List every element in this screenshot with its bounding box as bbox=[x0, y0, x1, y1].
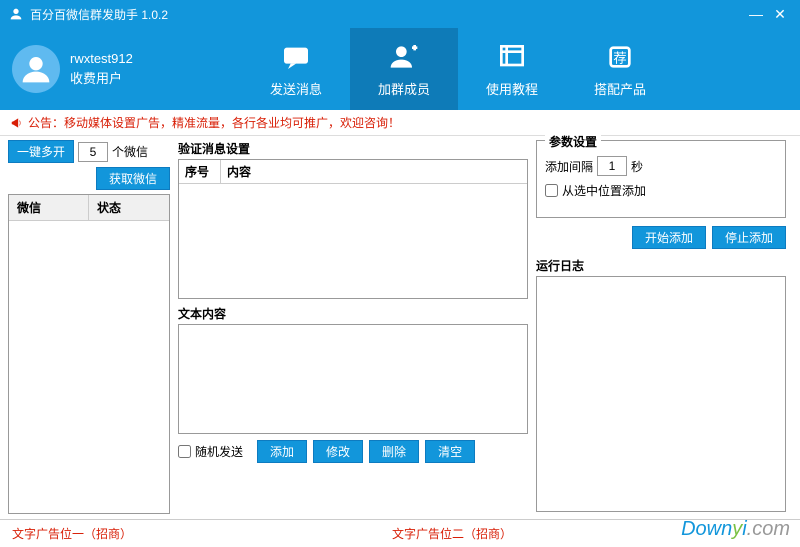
announcement-bar: 公告：移动媒体设置广告，精准流量，各行各业均可推广，欢迎咨询！ bbox=[0, 110, 800, 136]
multi-open-button[interactable]: 一键多开 bbox=[8, 140, 74, 163]
announcement-text: 公告：移动媒体设置广告，精准流量，各行各业均可推广，欢迎咨询！ bbox=[28, 114, 400, 131]
verify-message-table: 序号 内容 bbox=[178, 159, 528, 299]
nav-add-group-member[interactable]: 加群成员 bbox=[350, 28, 458, 110]
add-button[interactable]: 添加 bbox=[257, 440, 307, 463]
text-content-title: 文本内容 bbox=[178, 305, 528, 322]
chat-icon bbox=[280, 41, 312, 73]
verify-table-body[interactable] bbox=[179, 184, 527, 300]
verify-col-index: 序号 bbox=[179, 160, 221, 183]
user-name: rwxtest912 bbox=[70, 49, 133, 69]
multi-open-suffix: 个微信 bbox=[112, 143, 148, 160]
main-content: 一键多开 个微信 获取微信 微信 状态 验证消息设置 序号 内容 文本内容 bbox=[0, 136, 800, 516]
titlebar: 百分百微信群发助手 1.0.2 — ✕ bbox=[0, 0, 800, 28]
get-wechat-button[interactable]: 获取微信 bbox=[96, 167, 170, 190]
window-title: 百分百微信群发助手 1.0.2 bbox=[30, 6, 744, 23]
minimize-button[interactable]: — bbox=[744, 6, 768, 22]
user-icon bbox=[20, 53, 52, 85]
header: rwxtest912 收费用户 发送消息 加群成员 使用教程 荐 搭配产品 bbox=[0, 28, 800, 110]
from-selected-checkbox[interactable] bbox=[545, 184, 558, 197]
nav-label: 搭配产品 bbox=[594, 79, 646, 98]
param-title: 参数设置 bbox=[545, 133, 601, 150]
add-user-icon bbox=[388, 41, 420, 73]
log-title: 运行日志 bbox=[536, 257, 786, 274]
nav-label: 发送消息 bbox=[270, 79, 322, 98]
random-send-label: 随机发送 bbox=[195, 443, 243, 460]
random-send-row[interactable]: 随机发送 bbox=[178, 443, 243, 460]
start-add-button[interactable]: 开始添加 bbox=[632, 226, 706, 249]
wechat-account-table: 微信 状态 bbox=[8, 194, 170, 514]
middle-column: 验证消息设置 序号 内容 文本内容 随机发送 添加 修改 删除 清空 bbox=[178, 140, 528, 512]
stop-add-button[interactable]: 停止添加 bbox=[712, 226, 786, 249]
table-header-status: 状态 bbox=[89, 195, 169, 220]
verify-col-content: 内容 bbox=[221, 160, 527, 183]
log-box[interactable] bbox=[536, 276, 786, 512]
nav-send-message[interactable]: 发送消息 bbox=[242, 28, 350, 110]
nav-label: 使用教程 bbox=[486, 79, 538, 98]
product-icon: 荐 bbox=[604, 41, 636, 73]
from-selected-label: 从选中位置添加 bbox=[562, 182, 646, 199]
user-type: 收费用户 bbox=[70, 69, 133, 89]
random-send-checkbox[interactable] bbox=[178, 445, 191, 458]
watermark: Downyi.com bbox=[681, 518, 790, 541]
footer-ad-1: 文字广告位一（招商） bbox=[12, 525, 392, 542]
clear-button[interactable]: 清空 bbox=[425, 440, 475, 463]
interval-label: 添加间隔 bbox=[545, 158, 593, 175]
modify-button[interactable]: 修改 bbox=[313, 440, 363, 463]
app-logo-icon bbox=[8, 6, 24, 22]
nav-product[interactable]: 荐 搭配产品 bbox=[566, 28, 674, 110]
table-header-wechat: 微信 bbox=[9, 195, 89, 220]
interval-unit: 秒 bbox=[631, 158, 643, 175]
from-selected-row[interactable]: 从选中位置添加 bbox=[545, 182, 777, 199]
avatar bbox=[12, 45, 60, 93]
tutorial-icon bbox=[496, 41, 528, 73]
text-content-input[interactable] bbox=[178, 324, 528, 434]
delete-button[interactable]: 删除 bbox=[369, 440, 419, 463]
nav-tutorial[interactable]: 使用教程 bbox=[458, 28, 566, 110]
left-column: 一键多开 个微信 获取微信 微信 状态 bbox=[8, 140, 170, 512]
svg-text:荐: 荐 bbox=[613, 50, 626, 65]
megaphone-icon bbox=[10, 116, 24, 130]
user-block: rwxtest912 收费用户 bbox=[12, 45, 212, 93]
verify-msg-title: 验证消息设置 bbox=[178, 140, 528, 157]
wechat-table-body[interactable] bbox=[9, 221, 169, 517]
interval-input[interactable] bbox=[597, 156, 627, 176]
close-button[interactable]: ✕ bbox=[768, 6, 792, 23]
right-column: 参数设置 添加间隔 秒 从选中位置添加 开始添加 停止添加 运行日志 bbox=[536, 140, 786, 512]
nav: 发送消息 加群成员 使用教程 荐 搭配产品 bbox=[242, 28, 674, 110]
multi-open-count-input[interactable] bbox=[78, 142, 108, 162]
footer: 文字广告位一（招商） 文字广告位二（招商） bbox=[0, 519, 800, 547]
nav-label: 加群成员 bbox=[378, 79, 430, 98]
param-settings-box: 参数设置 添加间隔 秒 从选中位置添加 bbox=[536, 140, 786, 218]
